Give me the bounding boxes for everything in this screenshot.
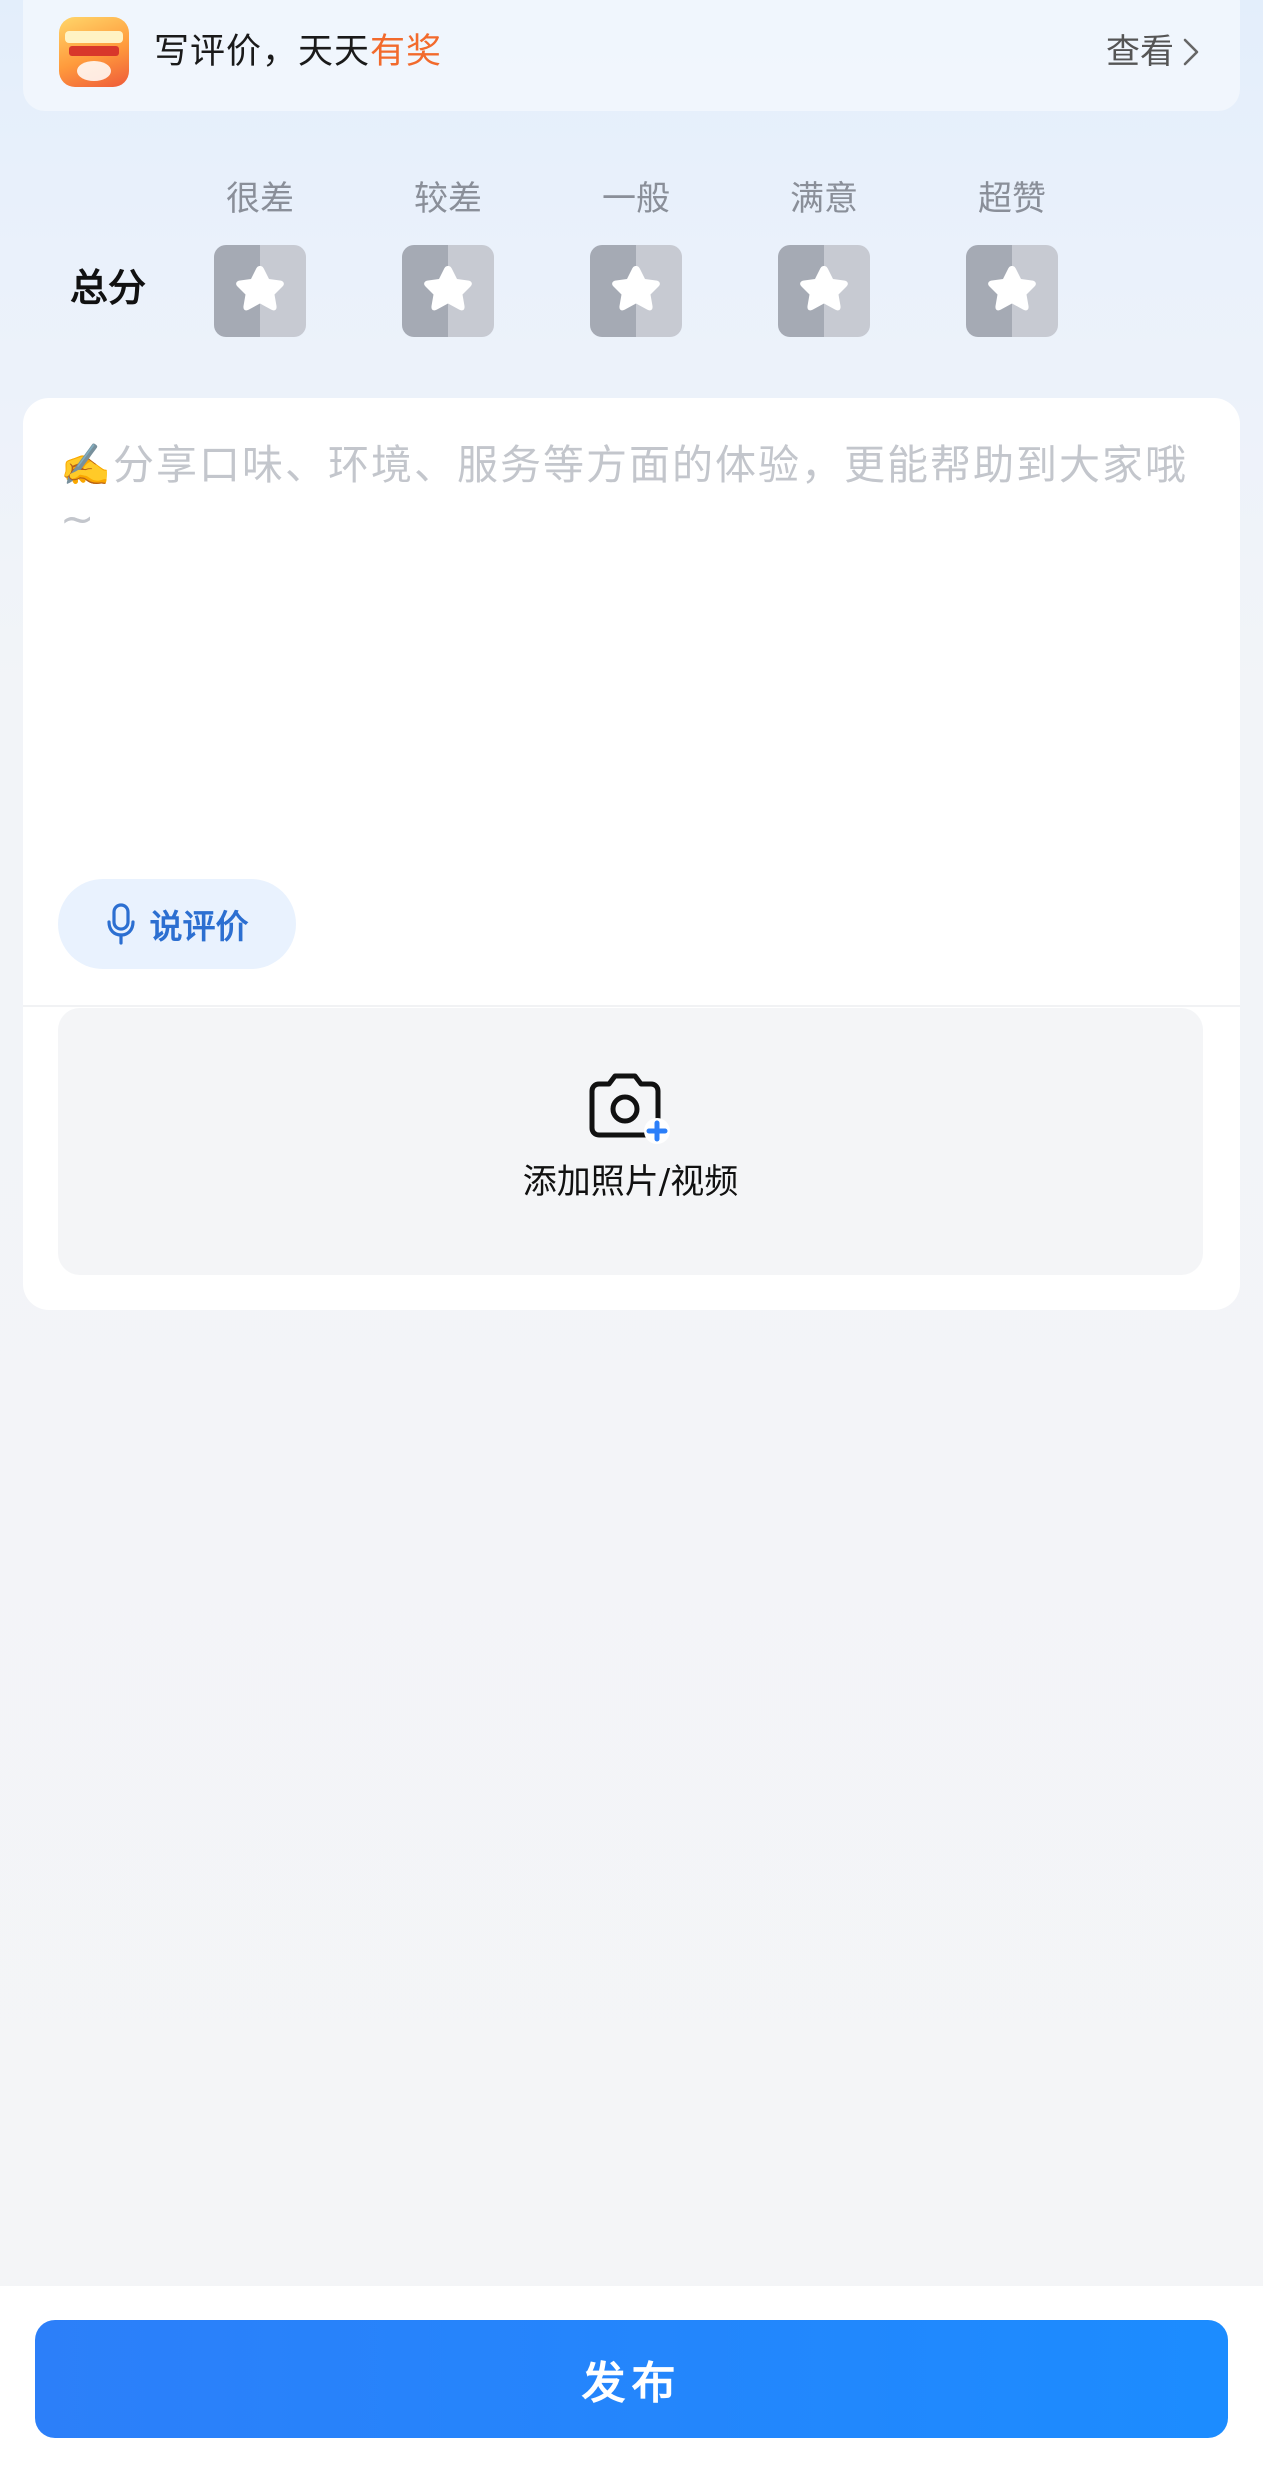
microphone-icon	[106, 903, 135, 945]
view-link[interactable]: 查看	[1106, 28, 1200, 76]
rating-star-5[interactable]	[966, 245, 1058, 337]
camera-plus-icon	[589, 1073, 670, 1144]
promo-logo-icon	[59, 17, 129, 87]
rating-star-1[interactable]	[214, 245, 306, 337]
rating-star-2[interactable]	[402, 245, 494, 337]
add-media-label: 添加照片/视频	[522, 1162, 739, 1202]
rating-level-label: 较差	[414, 179, 482, 219]
divider	[23, 1005, 1240, 1007]
star-icon	[236, 266, 284, 311]
star-icon	[800, 266, 848, 311]
star-icon	[424, 266, 472, 311]
promo-text: 写评价，天天有奖	[154, 28, 442, 76]
publish-button[interactable]: 发布	[35, 2320, 1228, 2438]
chevron-right-icon	[1183, 38, 1199, 66]
rating-level-label: 很差	[226, 179, 294, 219]
rating-level-label: 一般	[602, 179, 670, 219]
rating-star-4[interactable]	[778, 245, 870, 337]
promo-text-main: 写评价，天天	[154, 32, 371, 72]
rating-star-3[interactable]	[590, 245, 682, 337]
voice-review-button[interactable]: 说评价	[58, 879, 296, 969]
total-score-label: 总分	[70, 266, 147, 310]
promo-text-highlight: 有奖	[370, 32, 443, 72]
rating-level-label: 满意	[790, 179, 858, 219]
star-icon	[612, 266, 660, 311]
view-link-label: 查看	[1106, 32, 1174, 72]
star-icon	[988, 266, 1036, 311]
review-textarea[interactable]	[60, 438, 1200, 858]
voice-review-label: 说评价	[149, 907, 249, 946]
publish-label: 发布	[581, 2358, 682, 2409]
rating-level-label: 超赞	[978, 179, 1046, 219]
